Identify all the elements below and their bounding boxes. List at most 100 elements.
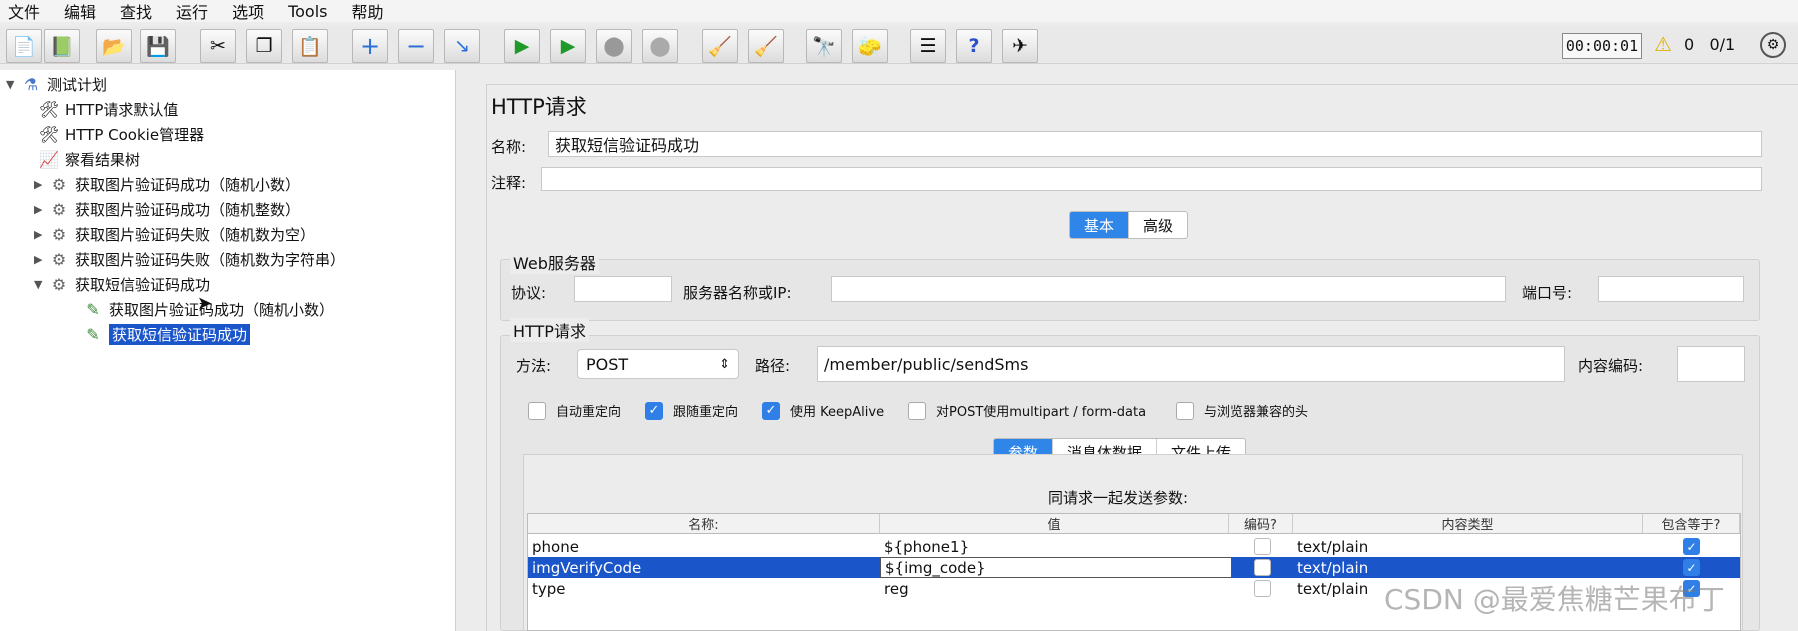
templates-icon[interactable]: 📗 [44,29,80,63]
start-icon[interactable]: ▶ [504,29,540,63]
menu-search[interactable]: 查找 [112,0,168,23]
page-title: HTTP请求 [491,95,587,119]
option-label: 跟随重定向 [673,405,739,420]
shutdown-icon[interactable]: ⬤ [642,29,678,63]
tree-item-thread-group[interactable]: ▶ ⚙ 获取图片验证码失败（随机数为字符串） [34,247,345,271]
encode-checkbox[interactable] [1254,538,1271,555]
column-header[interactable]: 名称: [528,514,880,534]
auto-redirect-checkbox[interactable] [528,401,546,420]
option-follow-redirects[interactable]: ✓ 跟随重定向 [645,401,738,420]
panel-splitter[interactable] [458,70,468,631]
expand-arrow-icon[interactable]: ▶ [34,203,48,216]
follow-redirects-checkbox[interactable]: ✓ [645,401,663,420]
reset-search-icon[interactable]: 🧽 [852,29,888,63]
encode-checkbox[interactable] [1254,580,1271,597]
tree-item-thread-group[interactable]: ▶ ⚙ 获取图片验证码成功（随机小数） [34,172,300,196]
option-label: 自动重定向 [556,405,622,420]
include-equals-checkbox[interactable]: ✓ [1683,559,1700,576]
expand-arrow-icon[interactable]: ▼ [34,278,48,291]
gear-icon: ⚙ [51,199,67,219]
port-field[interactable] [1598,276,1744,302]
function-helper-icon[interactable]: ☰ [910,29,946,63]
param-value-editor[interactable]: ${img_code} [880,557,1232,578]
column-header[interactable]: 编码? [1229,514,1293,534]
search-icon[interactable]: 🔭 [806,29,842,63]
mouse-cursor-icon: ➤ [197,293,213,314]
param-name[interactable]: imgVerifyCode [528,557,880,578]
path-field[interactable]: /member/public/sendSms [817,346,1565,382]
open-icon[interactable]: 📂 [96,29,132,63]
paste-icon[interactable]: 📋 [292,29,328,63]
server-field[interactable] [831,276,1506,302]
cut-icon[interactable]: ✂ [200,29,236,63]
expand-icon[interactable]: + [352,29,388,63]
warning-icon[interactable]: ⚠ [1654,32,1672,56]
tree-item-label: 获取图片验证码成功（随机小数） [109,300,335,319]
tree-item-sampler-selected[interactable]: ✎ 获取短信验证码成功 [82,322,251,346]
comment-field[interactable] [541,167,1762,191]
menu-file[interactable]: 文件 [0,0,56,23]
tree-item-result-tree[interactable]: 📈 察看结果树 [38,147,140,171]
method-select[interactable]: POST ⇕ [577,349,739,379]
table-row[interactable]: phone ${phone1} text/plain ✓ [528,536,1740,557]
method-label: 方法: [516,357,552,375]
param-content-type[interactable]: text/plain [1293,536,1643,557]
toggle-icon[interactable]: ↘ [444,29,480,63]
menu-options[interactable]: 选项 [224,0,280,23]
param-content-type[interactable]: text/plain [1293,557,1643,578]
encode-checkbox[interactable] [1254,559,1271,576]
clear-icon[interactable]: 🧹 [702,29,738,63]
table-row[interactable]: imgVerifyCode ${img_code} text/plain ✓ [528,557,1740,578]
tree-item-cookie-manager[interactable]: 🛠 HTTP Cookie管理器 [38,122,204,146]
option-auto-redirect[interactable]: 自动重定向 [528,401,621,420]
tree-item-thread-group[interactable]: ▶ ⚙ 获取图片验证码失败（随机数为空） [34,222,315,246]
new-icon[interactable]: 📄 [6,29,42,63]
tree-item-test-plan[interactable]: ▼ ⚗ 测试计划 [6,72,107,96]
save-icon[interactable]: 💾 [140,29,176,63]
path-label: 路径: [755,357,791,375]
name-field[interactable]: 获取短信验证码成功 [548,131,1762,157]
param-name[interactable]: phone [528,536,880,557]
stop-icon[interactable]: ⬤ [596,29,632,63]
collapse-icon[interactable]: − [398,29,434,63]
tab-basic[interactable]: 基本 [1070,212,1130,238]
menu-tools[interactable]: Tools [280,2,343,21]
option-keepalive[interactable]: ✓ 使用 KeepAlive [762,401,884,420]
comment-label: 注释: [491,174,527,192]
tree-item-thread-group[interactable]: ▶ ⚙ 获取图片验证码成功（随机整数） [34,197,300,221]
start-no-pause-icon[interactable]: ▶ [550,29,586,63]
column-header[interactable]: 内容类型 [1293,514,1643,534]
clear-all-icon[interactable]: 🧹 [748,29,784,63]
http-request-title: HTTP请求 [510,318,589,342]
menu-edit[interactable]: 编辑 [56,0,112,23]
keepalive-checkbox[interactable]: ✓ [762,401,780,420]
copy-icon[interactable]: ❐ [246,29,282,63]
option-multipart[interactable]: 对POST使用multipart / form-data [908,401,1146,420]
tree-item-http-defaults[interactable]: 🛠 HTTP请求默认值 [38,97,179,121]
remote-icon[interactable]: ✈ [1002,29,1038,63]
column-header[interactable]: 值 [880,514,1229,534]
select-arrows-icon: ⇕ [719,356,730,372]
menu-run[interactable]: 运行 [168,0,224,23]
expand-arrow-icon[interactable]: ▼ [6,78,20,91]
expand-arrow-icon[interactable]: ▶ [34,178,48,191]
encoding-field[interactable] [1677,346,1745,382]
param-value[interactable]: reg [880,578,1229,599]
browser-headers-checkbox[interactable] [1176,401,1194,420]
help-icon[interactable]: ? [956,29,992,63]
param-value[interactable]: ${phone1} [880,536,1229,557]
tab-advanced[interactable]: 高级 [1129,212,1187,238]
include-equals-checkbox[interactable]: ✓ [1683,538,1700,555]
param-name[interactable]: type [528,578,880,599]
expand-arrow-icon[interactable]: ▶ [34,253,48,266]
protocol-field[interactable] [574,276,672,302]
menu-help[interactable]: 帮助 [344,0,400,23]
option-browser-headers[interactable]: 与浏览器兼容的头 [1176,401,1308,420]
wrench-icon: 🛠 [38,99,60,119]
expand-arrow-icon[interactable]: ▶ [34,228,48,241]
multipart-checkbox[interactable] [908,401,926,420]
remote-status-icon[interactable]: ⚙ [1760,32,1786,58]
name-label: 名称: [491,138,527,156]
column-header[interactable]: 包含等于? [1643,514,1740,534]
tree-item-thread-group[interactable]: ▼ ⚙ 获取短信验证码成功 [34,272,210,296]
